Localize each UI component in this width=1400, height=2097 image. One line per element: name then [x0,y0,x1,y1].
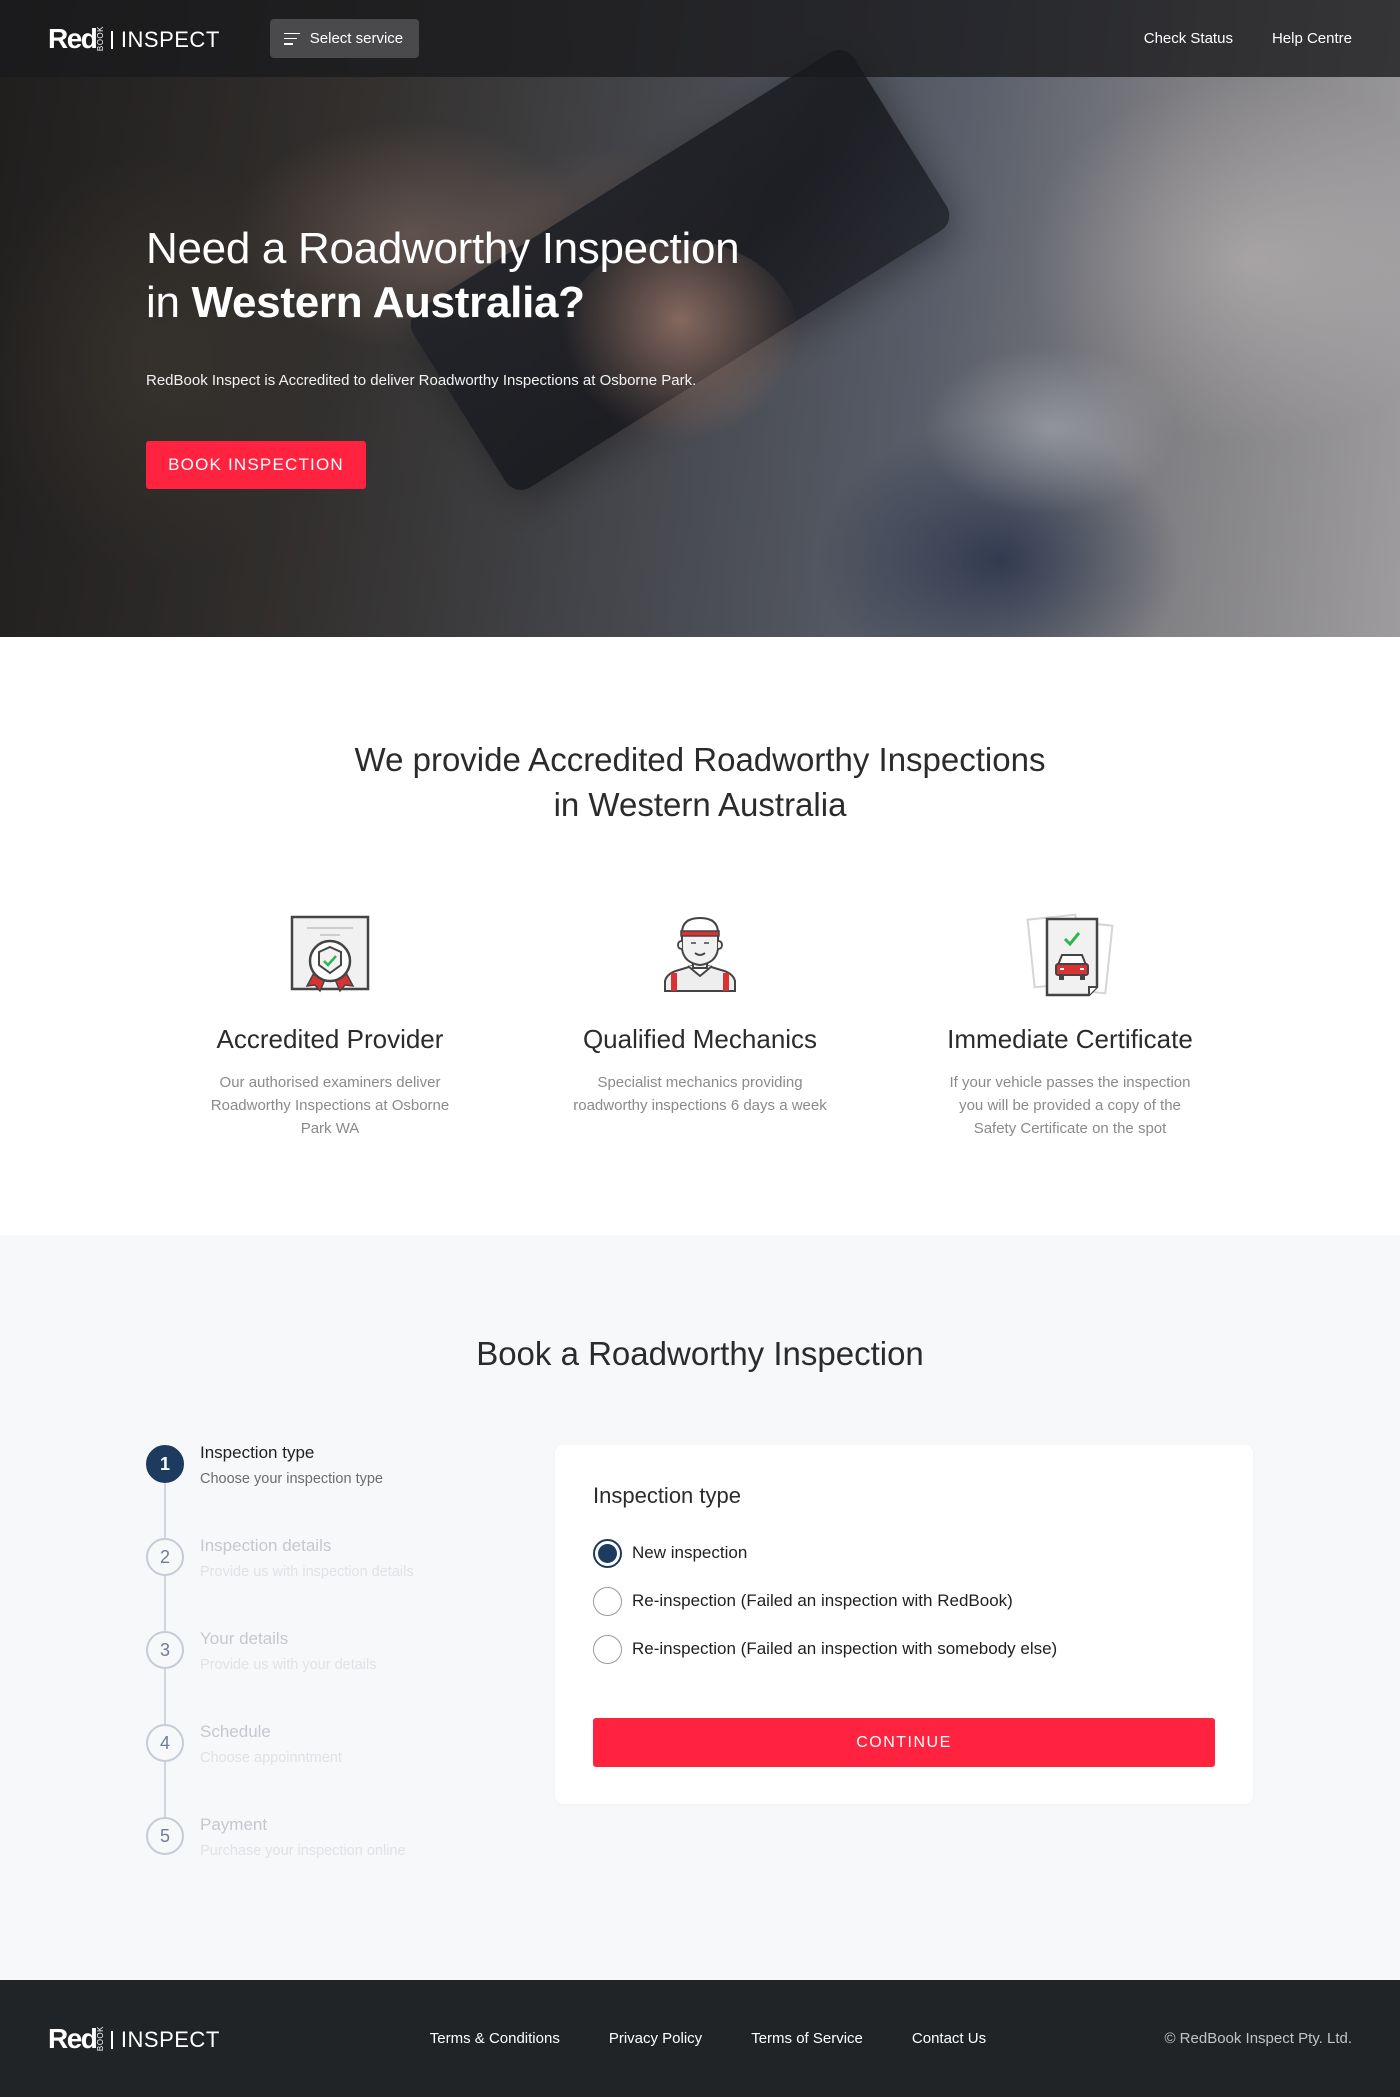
step-inspection-details[interactable]: 2 Inspection details Provide us with ins… [146,1536,506,1631]
step-inspection-type[interactable]: 1 Inspection type Choose your inspection… [146,1443,506,1538]
feature-description: Specialist mechanics providing roadworth… [573,1074,827,1114]
radio-option-reinspection-redbook[interactable]: Re-inspection (Failed an inspection with… [593,1577,1215,1625]
step-connector [164,1669,166,1724]
footer-logo[interactable]: Red BOOK INSPECT [48,2023,220,2055]
step-title: Inspection details [200,1536,332,1555]
step-payment[interactable]: 5 Payment Purchase your inspection onlin… [146,1815,506,1910]
feature-accredited-provider: Accredited Provider Our authorised exami… [145,909,515,1140]
feature-title: Immediate Certificate [947,1024,1193,1054]
radio-button[interactable] [593,1586,622,1616]
radio-button[interactable] [593,1634,622,1664]
booking-section: Book a Roadworthy Inspection 1 Inspectio… [0,1235,1400,1980]
hero-title-bold: Western Australia? [191,278,585,327]
features-grid: Accredited Provider Our authorised exami… [0,909,1400,1140]
radio-option-reinspection-other[interactable]: Re-inspection (Failed an inspection with… [593,1625,1215,1673]
footer-link-privacy-policy[interactable]: Privacy Policy [609,2030,702,2047]
step-subtitle: Provide us with your details [200,1657,377,1673]
hero-subtitle: RedBook Inspect is Accredited to deliver… [146,372,697,389]
step-title: Schedule [200,1722,271,1741]
step-title: Inspection type [200,1443,315,1462]
step-subtitle: Choose appoinntment [200,1750,342,1766]
step-text: Your details Provide us with your detail… [200,1629,377,1724]
card-title: Inspection type [593,1483,741,1508]
footer-link-terms-conditions[interactable]: Terms & Conditions [430,2030,560,2047]
step-number: 4 [146,1724,184,1762]
step-number: 1 [146,1445,184,1483]
step-connector [164,1762,166,1817]
booking-stepper: 1 Inspection type Choose your inspection… [146,1443,506,1910]
footer-link-contact-us[interactable]: Contact Us [912,2030,986,2047]
feature-description: If your vehicle passes the inspection yo… [949,1074,1191,1137]
logo-wordmark: Red [48,22,98,54]
footer-link-terms-of-service[interactable]: Terms of Service [751,2030,863,2047]
hero-title-line1: Need a Roadworthy Inspection [146,224,740,273]
logo-divider [111,2031,113,2049]
logo-wordmark: Red [48,2022,98,2054]
feature-description: Our authorised examiners deliver Roadwor… [210,1074,450,1137]
hero-title: Need a Roadworthy Inspection in Western … [146,222,740,330]
footer-links: Terms & Conditions Privacy Policy Terms … [430,2030,986,2047]
logo-book-text: BOOK [96,25,106,52]
mechanic-icon [664,916,736,992]
hero-title-prefix: in [146,278,192,327]
features-title: We provide Accredited Roadworthy Inspect… [0,737,1400,827]
footer: Red BOOK INSPECT Terms & Conditions Priv… [0,1980,1400,2097]
radio-label: Re-inspection (Failed an inspection with… [632,1639,1058,1658]
step-number: 3 [146,1631,184,1669]
certificate-badge-icon [290,915,370,993]
logo-divider [111,31,113,49]
step-subtitle: Purchase your inspection online [200,1843,406,1859]
radio-option-new-inspection[interactable]: New inspection [593,1529,1215,1577]
book-inspection-button[interactable]: BOOK INSPECTION [146,441,366,489]
step-number: 5 [146,1817,184,1855]
radio-label: New inspection [632,1543,748,1562]
step-connector [164,1576,166,1631]
step-subtitle: Provide us with inspection details [200,1564,414,1580]
menu-icon [283,32,300,45]
features-title-line2: in Western Australia [553,786,847,823]
radio-label: Re-inspection (Failed an inspection with… [632,1591,1013,1610]
hero-content: Need a Roadworthy Inspection in Western … [146,222,740,489]
logo-book-text: BOOK [96,2025,106,2052]
radio-button[interactable] [593,1538,622,1568]
feature-immediate-certificate: Immediate Certificate If your vehicle pa… [885,909,1255,1140]
nav-links: Check Status Help Centre [1144,30,1352,47]
logo-product: INSPECT [120,2027,220,2052]
booking-title: Book a Roadworthy Inspection [476,1335,924,1372]
inspection-type-card: Inspection type New inspection Re-inspec… [555,1445,1253,1804]
step-text: Payment Purchase your inspection online [200,1815,406,1910]
step-number: 2 [146,1538,184,1576]
step-text: Inspection type Choose your inspection t… [200,1443,383,1538]
booking-body: 1 Inspection type Choose your inspection… [0,1443,1400,1925]
feature-title: Qualified Mechanics [582,1024,818,1054]
top-navbar: Red BOOK INSPECT Select service Check St… [0,0,1400,77]
features-title-line1: We provide Accredited Roadworthy Inspect… [354,741,1046,778]
logo-product: INSPECT [120,27,220,52]
step-title: Payment [200,1815,268,1834]
hero-section: Red BOOK INSPECT Select service Check St… [0,0,1400,637]
inspection-type-radio-group: New inspection Re-inspection (Failed an … [593,1529,1215,1673]
step-your-details[interactable]: 3 Your details Provide us with your deta… [146,1629,506,1724]
logo[interactable]: Red BOOK INSPECT [48,23,220,55]
nav-link-help-centre[interactable]: Help Centre [1272,30,1352,47]
step-schedule[interactable]: 4 Schedule Choose appoinntment [146,1722,506,1817]
step-text: Schedule Choose appoinntment [200,1722,342,1817]
select-service-label: Select service [309,30,404,47]
feature-qualified-mechanics: Qualified Mechanics Specialist mechanics… [515,909,885,1140]
copyright: © RedBook Inspect Pty. Ltd. [1164,2030,1352,2047]
continue-button[interactable]: CONTINUE [593,1718,1215,1767]
step-connector [164,1483,166,1538]
nav-link-check-status[interactable]: Check Status [1144,30,1233,47]
step-text: Inspection details Provide us with inspe… [200,1536,414,1631]
feature-title: Accredited Provider [216,1024,444,1054]
step-title: Your details [200,1629,289,1648]
step-subtitle: Choose your inspection type [200,1471,383,1487]
car-certificate-icon [1026,913,1114,997]
features-section: We provide Accredited Roadworthy Inspect… [0,637,1400,1235]
select-service-button[interactable]: Select service [269,19,420,58]
